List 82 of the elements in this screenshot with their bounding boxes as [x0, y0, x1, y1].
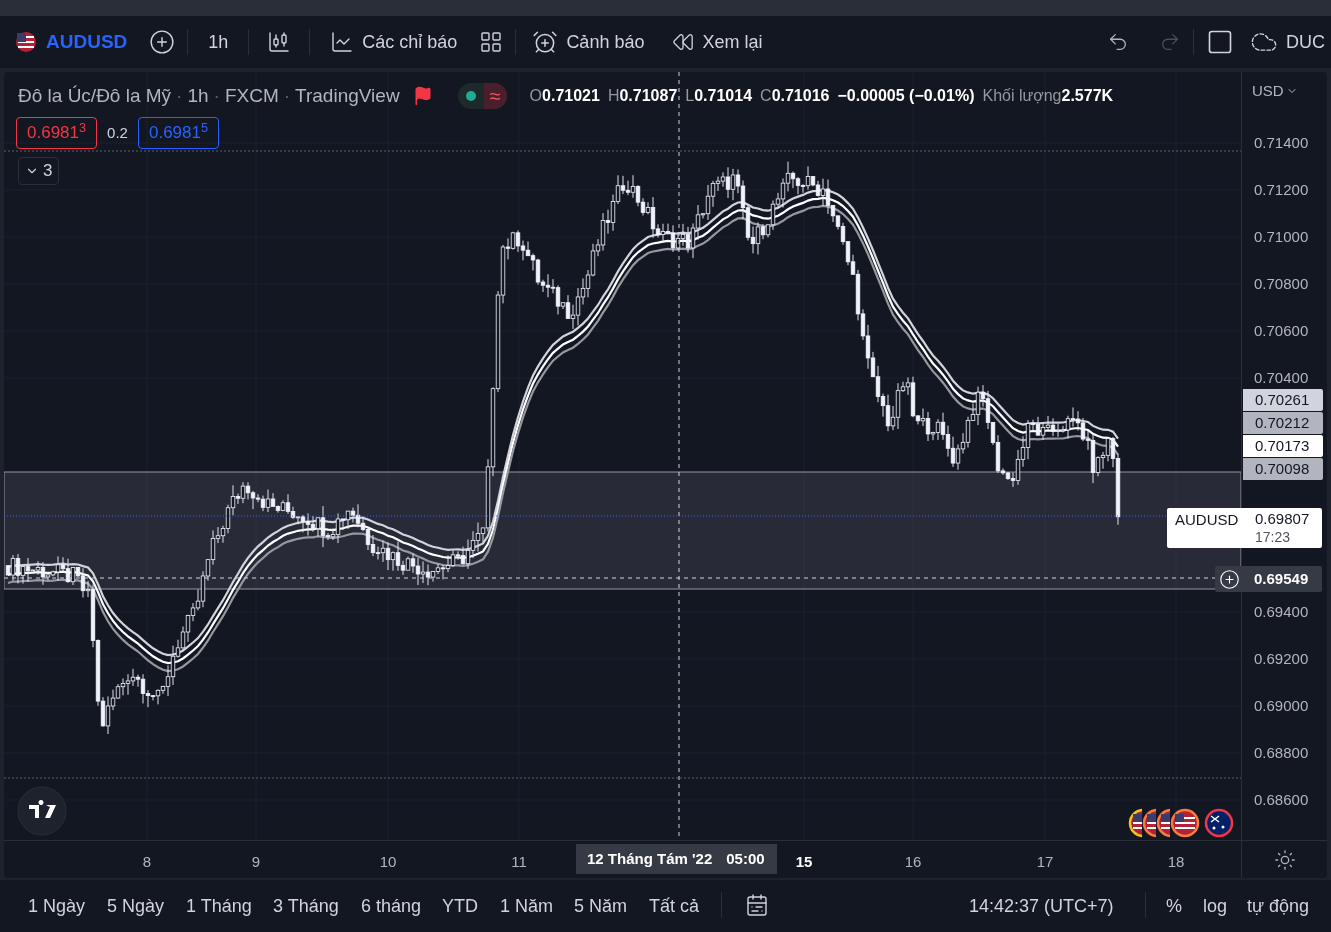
volume-value: 2.577K: [1061, 86, 1114, 107]
range-button[interactable]: YTD: [442, 893, 478, 920]
undo-icon[interactable]: [1107, 31, 1129, 53]
separator-dot: ·: [213, 84, 220, 108]
ohlc-value: C0.71016: [760, 86, 830, 107]
time-tick-label: 16: [904, 852, 922, 872]
layout-icon[interactable]: [1206, 28, 1234, 56]
price-tick-label: 0.68800: [1254, 744, 1309, 762]
price-label: 0.70261: [1243, 389, 1323, 411]
crosshair-time: 05:00: [726, 848, 765, 869]
sell-price-button[interactable]: 0.6981$^{3}$: [16, 117, 98, 149]
grid-icon[interactable]: [479, 30, 504, 54]
ohlc-value: L0.71014: [685, 86, 753, 107]
symbol-button[interactable]: AUDUSD: [46, 27, 128, 57]
time-tick-label: 9: [251, 852, 261, 872]
symbol-title: Đô la Úc/Đô la Mỹ: [18, 84, 172, 108]
ohlc-value: O0.71021: [529, 86, 600, 107]
last-price-value: 0.69807: [1255, 509, 1310, 528]
scale-option-button[interactable]: tự động: [1247, 893, 1310, 920]
range-button[interactable]: 5 Ngày: [107, 893, 165, 920]
scale-option-button[interactable]: log: [1203, 893, 1228, 920]
price-tick-label: 0.70600: [1254, 322, 1309, 340]
price-tick-label: 0.70400: [1254, 369, 1309, 387]
market-status-toggle[interactable]: ≈: [457, 83, 507, 110]
add-symbol-icon[interactable]: [149, 29, 176, 55]
spread-text: 0.2: [107, 122, 128, 143]
price-label: 0.70212: [1243, 412, 1323, 434]
price-tick-label: 0.69000: [1254, 697, 1309, 715]
exchange-text: FXCM: [224, 84, 279, 108]
price-label: 0.70098: [1243, 458, 1323, 480]
chart-line-icon: [330, 30, 355, 54]
price-tick-label: 0.71200: [1254, 181, 1309, 199]
settings-icon[interactable]: [1273, 848, 1296, 871]
range-button[interactable]: 1 Tháng: [186, 893, 252, 920]
price-tick-label: 0.69400: [1254, 603, 1309, 621]
alerts-button[interactable]: Cảnh báo: [528, 28, 649, 56]
indicators-collapse-button[interactable]: 3: [18, 157, 60, 185]
calendar-icon[interactable]: [745, 893, 769, 917]
indicators-button[interactable]: Các chỉ báo: [322, 28, 466, 56]
price-tick-label: 0.71000: [1254, 228, 1309, 246]
volume-label: Khối lượng: [982, 86, 1062, 107]
symbol-text: AUDUSD: [1174, 510, 1240, 530]
rewind-icon: [672, 31, 695, 53]
event-flag-icon[interactable]: [1204, 808, 1234, 838]
currency-button[interactable]: USD: [1252, 80, 1298, 103]
interval-button[interactable]: 1h: [200, 28, 237, 56]
price-tick-label: 0.71400: [1254, 134, 1309, 152]
scale-option-button[interactable]: %: [1166, 893, 1182, 920]
range-button[interactable]: 5 Năm: [574, 893, 627, 920]
time-tick-label: 8: [142, 852, 152, 872]
separator-dot: ·: [283, 84, 291, 108]
time-tick-label: 17: [1036, 852, 1054, 872]
time-tick-label: 10: [379, 852, 397, 872]
account-button[interactable]: DUC: [1248, 28, 1325, 56]
countdown-text: 17:23: [1255, 528, 1292, 547]
alarm-clock-icon: [532, 29, 559, 55]
price-tick-label: 0.68600: [1254, 791, 1309, 809]
interval-text: 1h: [187, 84, 209, 108]
ohlc-value: H0.71087: [607, 86, 678, 107]
flag-icon: [14, 30, 38, 54]
separator-dot: ·: [176, 84, 183, 108]
clock-text: 14:42:37 (UTC+7): [969, 895, 1114, 918]
time-tick-label: 18: [1167, 852, 1185, 872]
range-button[interactable]: 1 Năm: [500, 893, 553, 920]
range-button[interactable]: 3 Tháng: [273, 893, 339, 920]
range-button[interactable]: Tất cả: [649, 893, 700, 920]
price-label: 0.70173: [1243, 435, 1323, 457]
change-value: −0.00005 (−0.01%): [837, 86, 975, 107]
add-icon[interactable]: [1219, 568, 1240, 590]
buy-price-button[interactable]: 0.6981$^{5}$: [137, 117, 220, 149]
price-tick-label: 0.70800: [1254, 275, 1309, 293]
time-tick-label: 11: [511, 852, 527, 872]
crosshair-price-value: 0.69549: [1254, 568, 1309, 589]
candlestick-icon[interactable]: [267, 30, 292, 54]
price-tick-label: 0.69200: [1254, 650, 1309, 668]
replay-button[interactable]: Xem lại: [668, 28, 767, 56]
toggle-symbol: ≈: [483, 83, 507, 110]
range-button[interactable]: 6 tháng: [361, 893, 422, 920]
time-tick-label: 15: [795, 852, 813, 872]
crosshair-date: 12 Tháng Tám '22: [587, 848, 713, 869]
source-text: TradingView: [295, 84, 400, 108]
range-button[interactable]: 1 Ngày: [28, 893, 86, 920]
